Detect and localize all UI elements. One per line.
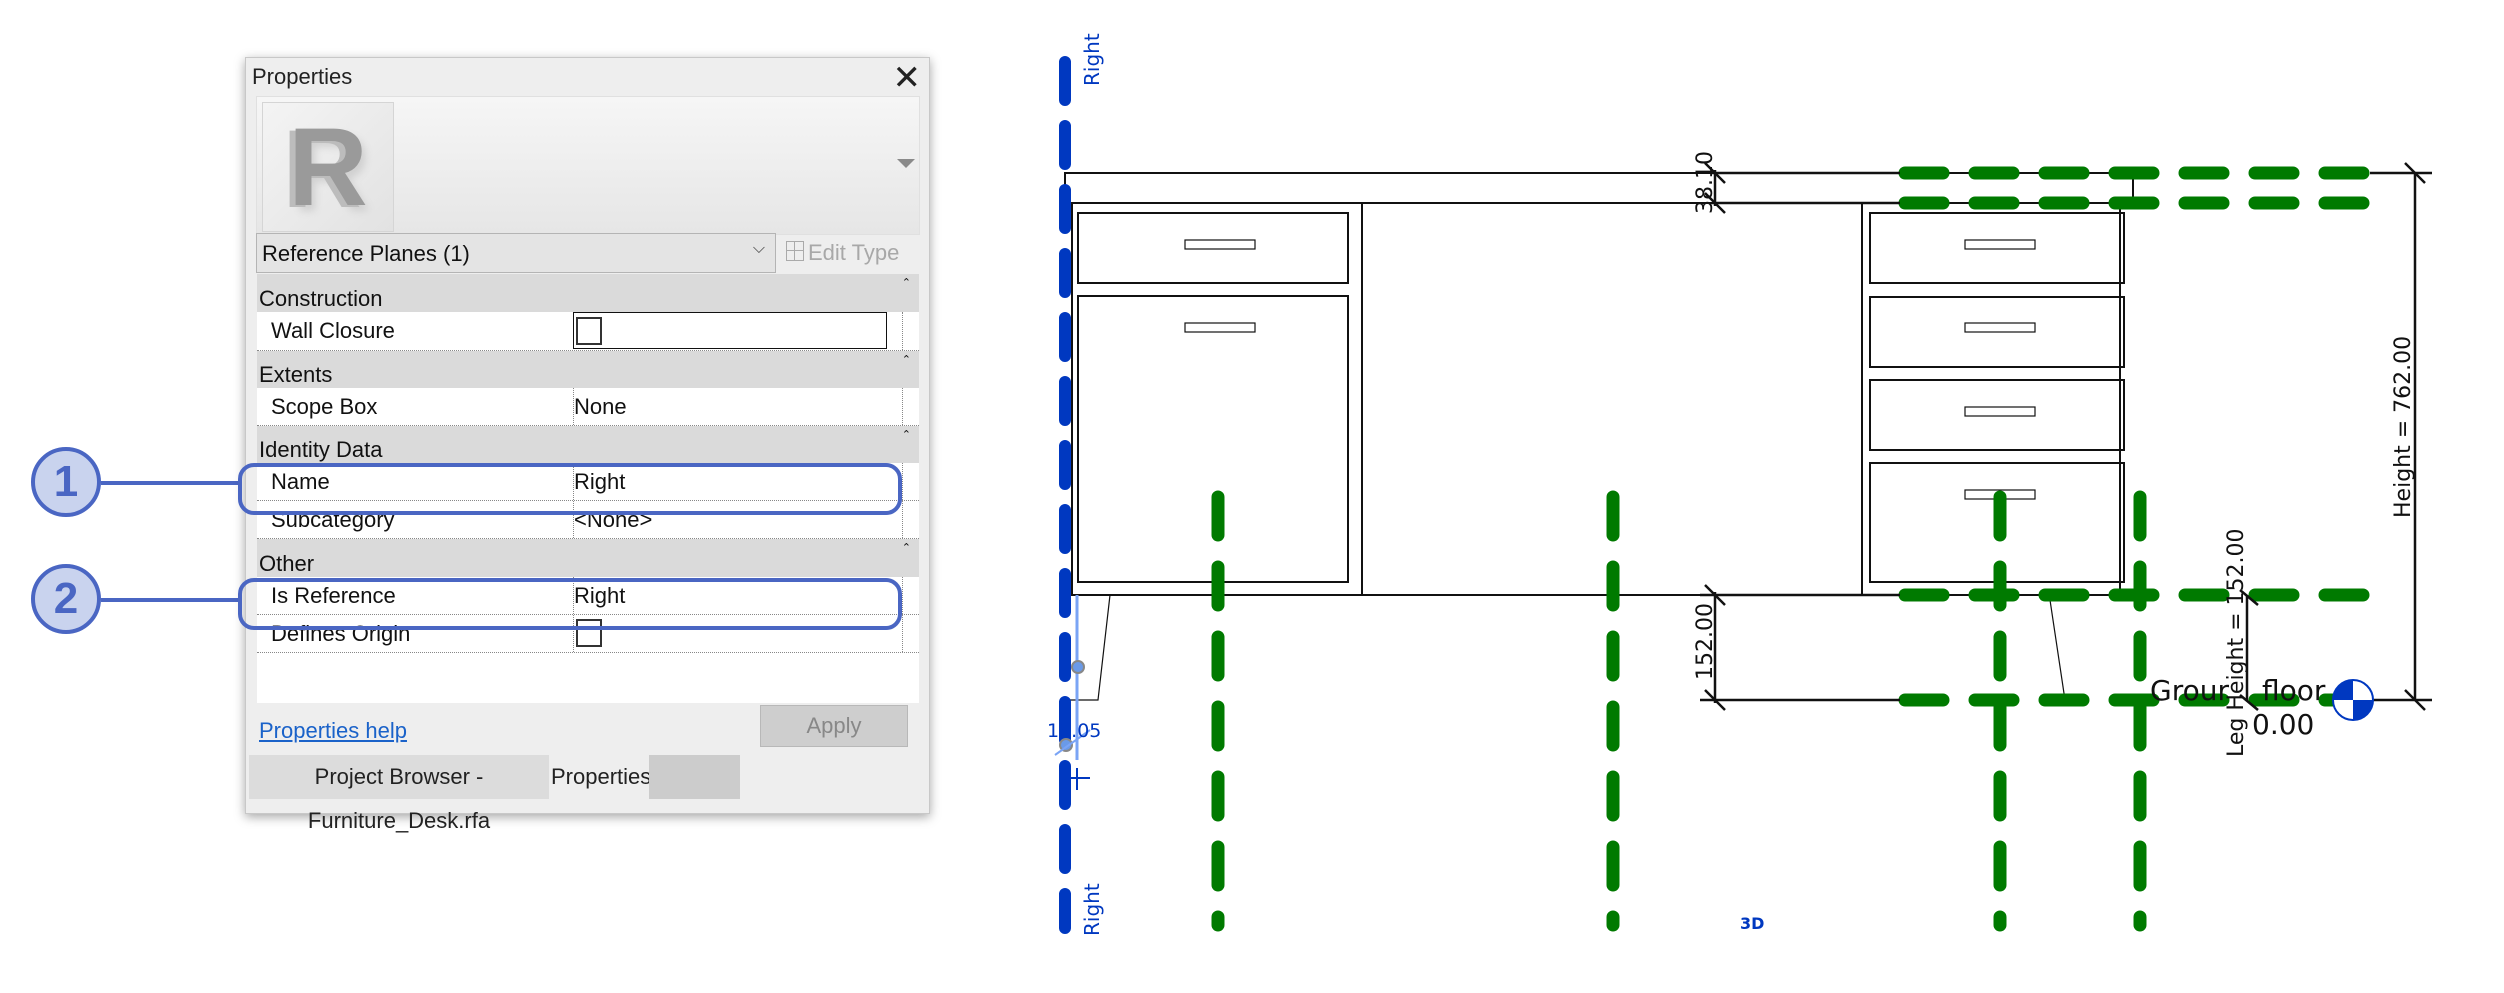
level-name[interactable]: Grour xyxy=(2150,674,2229,707)
drag-handle[interactable] xyxy=(1071,660,1085,674)
drawer-handle xyxy=(1964,239,2036,250)
drawing-canvas[interactable]: Right Right 19.05 38.10 152.00 Height = … xyxy=(0,0,2504,993)
level-name-suffix: floor xyxy=(2262,674,2326,707)
level-head-icon[interactable] xyxy=(2332,679,2374,721)
right-drawer-1[interactable] xyxy=(1869,212,2125,284)
ref-plane-label-bottom[interactable]: Right xyxy=(1080,883,1104,936)
ref-plane-label-top[interactable]: Right xyxy=(1080,33,1104,86)
temp-dimension-value[interactable]: 19.05 xyxy=(1047,720,1101,742)
right-leg xyxy=(2049,599,2066,701)
reference-planes xyxy=(1211,166,2377,932)
drawer-handle xyxy=(1184,239,1256,250)
left-drawer-1[interactable] xyxy=(1077,212,1349,284)
drawer-handle xyxy=(1184,322,1256,333)
drawer-handle xyxy=(1964,406,2036,417)
dimension-leg-height[interactable]: Leg Height = 152.00 xyxy=(2224,529,2249,758)
left-leg xyxy=(1065,594,1111,701)
drawer-handle xyxy=(1964,322,2036,333)
level-elevation[interactable]: 0.00 xyxy=(2252,708,2314,741)
dimension-leg[interactable]: 152.00 xyxy=(1693,603,1718,680)
lock-icon xyxy=(1070,768,1090,790)
right-drawer-3[interactable] xyxy=(1869,379,2125,451)
dimension-height[interactable]: Height = 762.00 xyxy=(2391,336,2416,518)
dimension-top-thickness[interactable]: 38.10 xyxy=(1693,151,1718,214)
desk-elevation xyxy=(1064,172,2134,596)
dimensions xyxy=(1700,162,2432,711)
view-label-3d[interactable]: 3D xyxy=(1740,914,1764,933)
right-pedestal[interactable] xyxy=(1861,202,2121,596)
